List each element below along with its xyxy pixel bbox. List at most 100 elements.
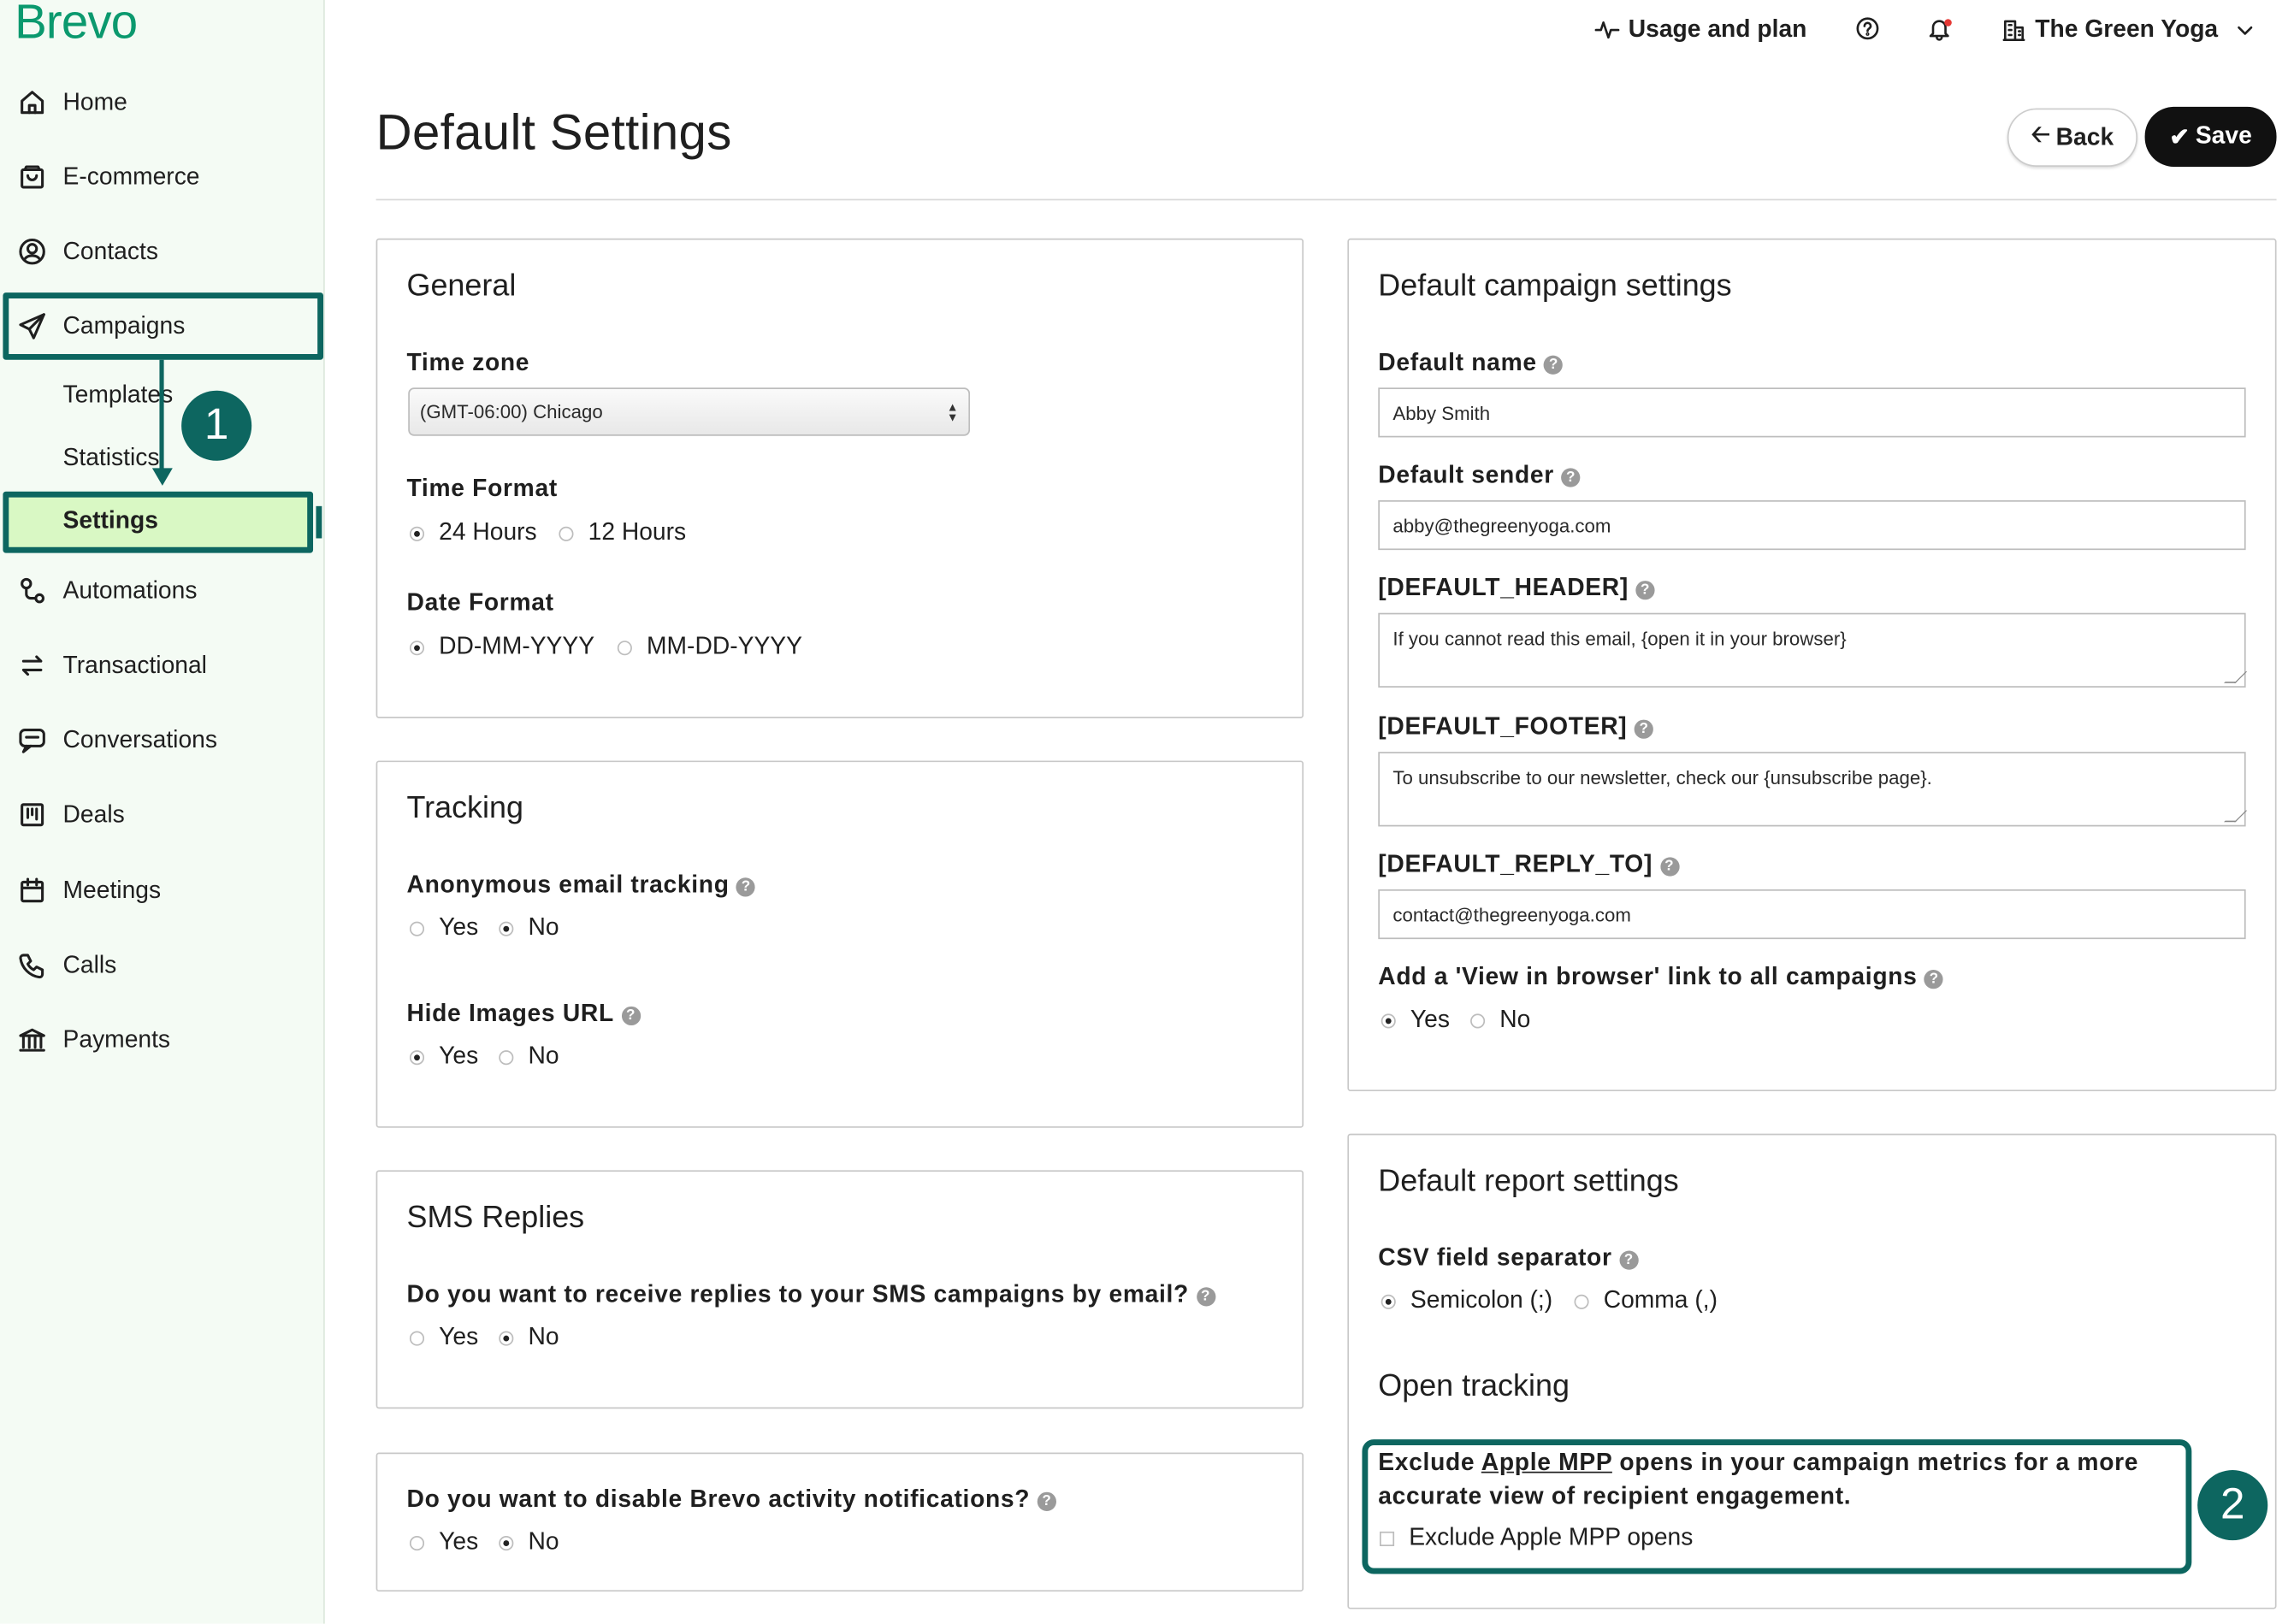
label-text: Anonymous email tracking — [406, 871, 730, 899]
help-icon[interactable]: ? — [1561, 468, 1581, 487]
help-icon[interactable]: ? — [1619, 1250, 1639, 1270]
default-name-input[interactable]: Abby Smith — [1378, 387, 2246, 438]
disable-notifications-question: Do you want to disable Brevo activity no… — [407, 1486, 1057, 1514]
sidebar-item-label: Meetings — [62, 877, 162, 904]
page-title: Default Settings — [375, 105, 732, 162]
help-icon[interactable]: ? — [1659, 857, 1679, 877]
label-text: [DEFAULT_FOOTER] — [1378, 713, 1628, 741]
view-in-browser-yes-radio[interactable]: Yes — [1381, 1007, 1450, 1034]
radio-selected-icon — [1381, 1013, 1396, 1028]
save-label: Save — [2195, 122, 2252, 150]
sidebar-item-automations[interactable]: Automations — [0, 562, 325, 620]
help-button[interactable] — [1855, 16, 1880, 41]
apple-mpp-link[interactable]: Apple MPP — [1481, 1450, 1612, 1476]
sidebar-subitem-settings[interactable]: Settings — [63, 508, 158, 535]
default-sender-input[interactable]: abby@thegreenyoga.com — [1378, 499, 2246, 551]
default-footer-textarea[interactable]: To unsubscribe to our newsletter, check … — [1378, 752, 2246, 827]
sidebar-subitem-templates[interactable]: Templates — [63, 381, 174, 409]
date-format-dmy-radio[interactable]: DD-MM-YYYY — [409, 633, 595, 661]
save-button[interactable]: ✔ Save — [2144, 106, 2277, 167]
csv-separator-label: CSV field separator? — [1378, 1244, 1639, 1273]
radio-selected-icon — [499, 920, 514, 936]
radio-empty-icon — [409, 1535, 425, 1550]
radio-label: Semicolon (;) — [1410, 1287, 1553, 1314]
help-icon[interactable]: ? — [1037, 1491, 1057, 1511]
sms-replies-no-radio[interactable]: No — [499, 1324, 559, 1351]
chevron-down-icon — [2238, 26, 2253, 35]
bank-icon — [16, 1024, 49, 1056]
sms-replies-title: SMS Replies — [406, 1201, 585, 1235]
time-format-24-radio[interactable]: 24 Hours — [409, 519, 537, 546]
board-icon — [16, 799, 49, 831]
radio-label: No — [528, 1042, 559, 1070]
default-reply-to-input[interactable]: contact@thegreenyoga.com — [1378, 889, 2246, 940]
timezone-select[interactable]: (GMT-06:00) Chicago ▲ ▼ — [408, 387, 971, 436]
help-icon[interactable]: ? — [1635, 581, 1655, 600]
sidebar-item-transactional[interactable]: Transactional — [0, 636, 325, 694]
help-icon[interactable]: ? — [1196, 1287, 1215, 1307]
label-text: Do you want to disable Brevo activity no… — [406, 1485, 1031, 1513]
notifications-card — [375, 1452, 1304, 1592]
anonymous-tracking-no-radio[interactable]: No — [499, 914, 559, 942]
sidebar-item-meetings[interactable]: Meetings — [0, 861, 325, 919]
label-text: Exclude — [1378, 1450, 1475, 1476]
disable-notifications-no-radio[interactable]: No — [499, 1528, 559, 1556]
sidebar-item-label: Deals — [62, 800, 125, 828]
radio-label: No — [1499, 1006, 1531, 1033]
sidebar-item-campaigns[interactable]: Campaigns — [0, 297, 325, 355]
hide-images-label: Hide Images URL? — [407, 1001, 641, 1028]
brevo-logo[interactable]: Brevo — [15, 0, 138, 50]
sidebar-item-deals[interactable]: Deals — [0, 786, 325, 844]
help-icon[interactable]: ? — [1924, 970, 1944, 989]
sidebar-item-contacts[interactable]: Contacts — [0, 222, 325, 281]
sidebar-item-home[interactable]: Home — [0, 74, 325, 132]
sms-replies-yes-radio[interactable]: Yes — [409, 1324, 479, 1351]
radio-label: Yes — [1410, 1006, 1450, 1033]
sidebar-item-label: Contacts — [62, 237, 158, 264]
help-icon[interactable]: ? — [1634, 719, 1654, 739]
help-icon[interactable]: ? — [1544, 355, 1564, 375]
notifications-button[interactable] — [1927, 16, 1952, 41]
view-in-browser-label: Add a 'View in browser' link to all camp… — [1378, 964, 1944, 991]
radio-empty-icon — [1470, 1013, 1486, 1028]
time-format-12-radio[interactable]: 12 Hours — [559, 519, 686, 546]
hide-images-no-radio[interactable]: No — [499, 1043, 559, 1071]
radio-empty-icon — [559, 525, 574, 541]
transfer-icon — [16, 649, 49, 682]
help-icon[interactable]: ? — [736, 877, 756, 897]
hide-images-yes-radio[interactable]: Yes — [409, 1043, 478, 1071]
csv-comma-radio[interactable]: Comma (,) — [1574, 1287, 1718, 1314]
csv-semicolon-radio[interactable]: Semicolon (;) — [1381, 1287, 1552, 1314]
usage-and-plan-link[interactable]: Usage and plan — [1594, 16, 1806, 44]
account-menu[interactable]: The Green Yoga — [2001, 16, 2257, 44]
radio-label: No — [528, 914, 559, 941]
label-text: CSV field separator — [1378, 1244, 1612, 1272]
general-title: General — [406, 269, 517, 304]
automation-icon — [16, 575, 49, 607]
default-header-textarea[interactable]: If you cannot read this email, {open it … — [1378, 612, 2246, 688]
label-text: [DEFAULT_REPLY_TO] — [1378, 851, 1653, 878]
sidebar-item-payments[interactable]: Payments — [0, 1011, 325, 1069]
radio-empty-icon — [409, 920, 425, 936]
help-icon — [1856, 17, 1879, 40]
exclude-apple-mpp-checkbox[interactable]: Exclude Apple MPP opens — [1380, 1524, 1693, 1551]
anonymous-tracking-yes-radio[interactable]: Yes — [409, 914, 479, 942]
radio-label: DD-MM-YYYY — [439, 633, 595, 660]
date-format-label: Date Format — [406, 589, 554, 617]
sidebar-subitem-statistics[interactable]: Statistics — [63, 445, 160, 472]
sidebar-item-calls[interactable]: Calls — [0, 936, 325, 995]
apple-mpp-description: Exclude Apple MPP opens in your campaign… — [1378, 1450, 2138, 1477]
back-button[interactable]: 🡠 Back — [2007, 108, 2138, 167]
date-format-mdy-radio[interactable]: MM-DD-YYYY — [617, 634, 802, 661]
notification-dot — [1944, 19, 1952, 27]
sidebar-item-label: Home — [62, 88, 127, 115]
disable-notifications-yes-radio[interactable]: Yes — [409, 1528, 478, 1556]
view-in-browser-no-radio[interactable]: No — [1470, 1007, 1530, 1034]
sms-replies-question: Do you want to receive replies to your S… — [407, 1281, 1215, 1308]
radio-label: Yes — [439, 1324, 479, 1350]
help-icon[interactable]: ? — [621, 1006, 641, 1026]
sidebar-item-ecommerce[interactable]: E-commerce — [0, 148, 325, 206]
radio-label: Yes — [439, 914, 479, 941]
sidebar-item-conversations[interactable]: Conversations — [0, 711, 325, 769]
sidebar-item-label: Automations — [62, 576, 198, 604]
